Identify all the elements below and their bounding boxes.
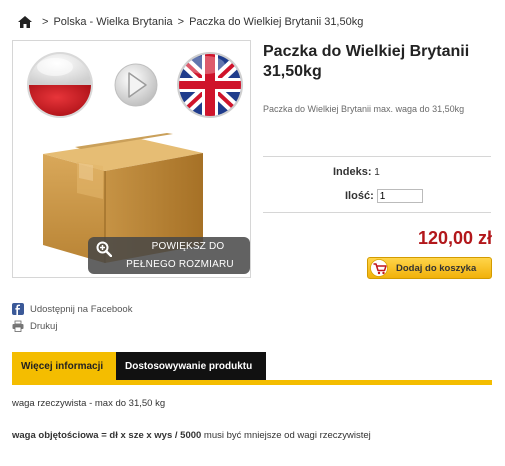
description-volumetric-formula: waga objętościowa = dł x sze x wys / 500… [12,430,202,441]
breadcrumb: > Polska - Wielka Brytania > Paczka do W… [18,14,363,30]
divider [263,156,491,157]
reference-row: Indeks: 1 [333,166,380,178]
breadcrumb-category-link[interactable]: Polska - Wielka Brytania [53,16,172,28]
magnifier-plus-icon [96,241,112,257]
tab-customization[interactable]: Dostosowywanie produktu [116,352,266,380]
product-title: Paczka do Wielkiej Brytanii 31,50kg [263,43,470,80]
product-price: 120,00 zł [417,228,492,248]
facebook-icon [12,303,24,315]
print-label: Drukuj [30,320,58,332]
add-to-cart-label: Dodaj do koszyka [396,262,477,274]
printer-icon [12,320,24,332]
uk-flag-icon [177,52,243,118]
product-tabs: Więcej informacji Dostosowywanie produkt… [12,352,266,380]
facebook-share-label: Udostępnij na Facebook [30,303,133,315]
quantity-label: Ilość: [345,190,374,202]
poland-flag-icon [27,52,93,118]
arrow-right-icon [114,63,158,107]
social-links: Udostępnij na Facebook Drukuj [12,302,132,336]
print-link[interactable]: Drukuj [12,319,132,333]
add-to-cart-button[interactable]: Dodaj do koszyka [367,257,492,279]
description-line: waga rzeczywista - max do 31,50 kg [12,398,166,409]
description-volumetric-note: musi być mniejsze od wagi rzeczywistej [201,430,371,441]
quantity-row: Ilość: [345,189,423,203]
divider [263,212,491,213]
reference-value: 1 [374,167,380,178]
description-volumetric: waga objętościowa = dł x sze x wys / 500… [12,430,371,441]
tab-underline [12,380,492,385]
home-icon[interactable] [18,16,32,28]
tab-more-info[interactable]: Więcej informacji [12,352,116,380]
quantity-input[interactable] [376,189,423,203]
breadcrumb-current: Paczka do Wielkiej Brytanii 31,50kg [189,16,364,28]
breadcrumb-separator: > [42,16,49,28]
product-short-description: Paczka do Wielkiej Brytanii max. waga do… [263,104,465,114]
shopping-cart-icon [370,259,388,277]
reference-label: Indeks: [333,166,372,178]
zoom-button[interactable]: POWIĘKSZ DO PEŁNEGO ROZMIARU [88,237,250,274]
breadcrumb-separator: > [177,16,185,28]
zoom-label-line1: POWIĘKSZ DO [151,241,225,252]
zoom-label-line2: PEŁNEGO ROZMIARU [126,259,234,270]
facebook-share-link[interactable]: Udostępnij na Facebook [12,302,132,316]
